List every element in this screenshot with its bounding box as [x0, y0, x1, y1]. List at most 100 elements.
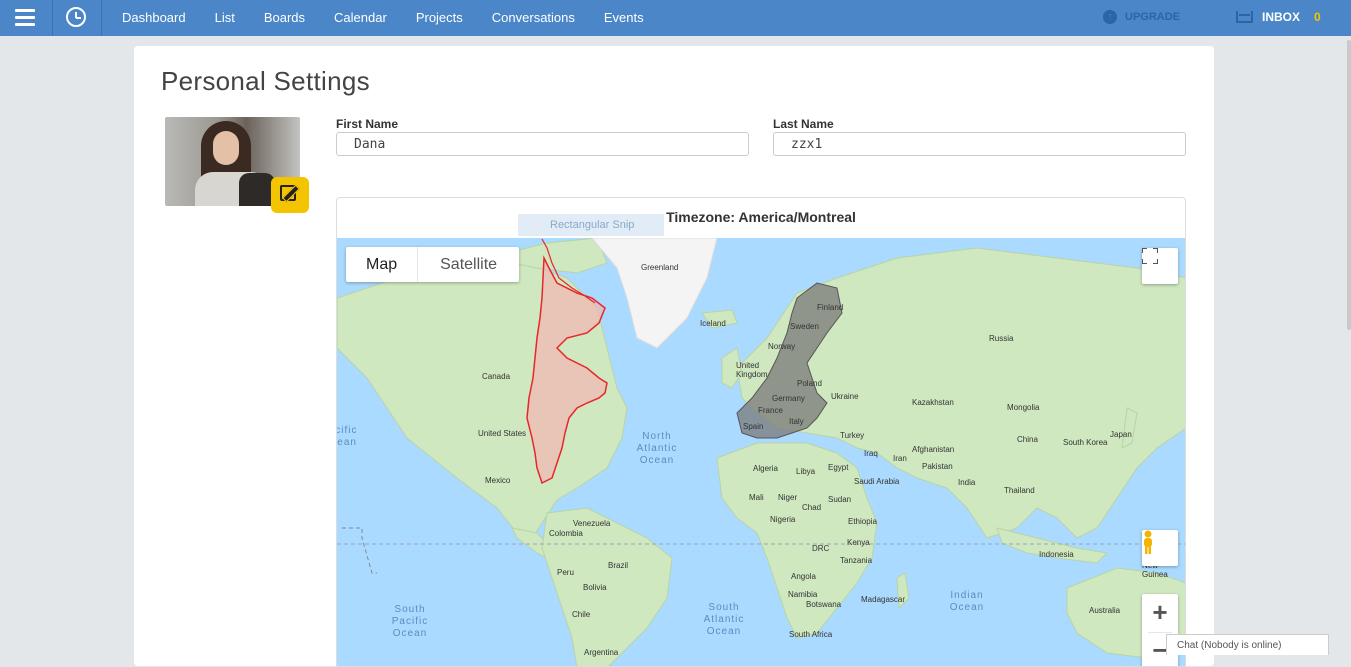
map-label: Egypt — [828, 463, 849, 472]
top-navbar: Dashboard List Boards Calendar Projects … — [0, 0, 1351, 36]
map-type-satellite-button[interactable]: Satellite — [418, 247, 519, 282]
map-label: Chad — [802, 503, 822, 512]
map-label: Poland — [797, 379, 822, 388]
map-label: Australia — [1089, 606, 1121, 615]
zoom-control: + − — [1142, 594, 1178, 666]
edit-avatar-button[interactable] — [271, 177, 309, 213]
inbox-button[interactable]: INBOX 0 — [1236, 10, 1321, 24]
nav-list[interactable]: List — [215, 0, 235, 36]
page-title: Personal Settings — [161, 66, 370, 96]
map-label: Afghanistan — [912, 445, 955, 454]
map-label: Kenya — [847, 538, 870, 547]
map-label: Venezuela — [573, 519, 611, 528]
map-label: Canada — [482, 372, 511, 381]
map-label: Brazil — [608, 561, 629, 570]
map-label: Russia — [989, 334, 1014, 343]
map-label: China — [1017, 435, 1038, 444]
ocean-label: North Atlantic Ocean — [636, 431, 678, 466]
nav-dashboard[interactable]: Dashboard — [122, 0, 186, 36]
world-map-graphic — [337, 238, 1185, 666]
fullscreen-button[interactable] — [1142, 248, 1178, 284]
map-label: Norway — [768, 342, 796, 351]
map-label: Ukraine — [831, 392, 859, 401]
map-label: Niger — [778, 493, 798, 502]
chat-widget[interactable]: Chat (Nobody is online) — [1166, 634, 1329, 655]
map-label: Iran — [893, 454, 907, 463]
map-label: Angola — [791, 572, 816, 581]
map-label: Italy — [789, 417, 804, 426]
map-label: Bolivia — [583, 583, 607, 592]
map-label: Mexico — [485, 476, 511, 485]
map-label: Nigeria — [770, 515, 796, 524]
map-label: Algeria — [753, 464, 778, 473]
map-label: Madagascar — [861, 595, 906, 604]
ocean-label: Pacific Ocean — [337, 425, 358, 448]
hamburger-menu-icon[interactable] — [15, 9, 35, 27]
map-label: Argentina — [584, 648, 619, 657]
street-view-button[interactable] — [1142, 530, 1178, 566]
nav-events[interactable]: Events — [604, 0, 644, 36]
map-label: Sudan — [828, 495, 852, 504]
map-label: Indonesia — [1039, 550, 1074, 559]
nav-conversations[interactable]: Conversations — [492, 0, 575, 36]
map-label: South Africa — [789, 630, 833, 639]
map-label: Iceland — [700, 319, 726, 328]
arrow-up-icon: ↑ — [1103, 10, 1117, 24]
nav-projects[interactable]: Projects — [416, 0, 463, 36]
map-label: Greenland — [641, 263, 679, 272]
nav-calendar[interactable]: Calendar — [334, 0, 387, 36]
map-label: United States — [478, 429, 527, 438]
map-label: Iraq — [864, 449, 878, 458]
timezone-label: Timezone: America/Montreal — [666, 209, 856, 225]
pegman-icon — [1144, 530, 1152, 554]
map-label: Namibia — [788, 590, 818, 599]
avatar-jacket — [239, 173, 275, 206]
first-name-field[interactable] — [336, 132, 749, 156]
inbox-icon — [1236, 11, 1253, 23]
map-label: Kazakhstan — [912, 398, 954, 407]
divider — [101, 0, 102, 36]
page-scrollbar[interactable] — [1347, 40, 1351, 330]
divider — [52, 0, 53, 36]
map-label: Mali — [749, 493, 764, 502]
map-label: Peru — [557, 568, 574, 577]
ocean-label: South Pacific Ocean — [391, 604, 429, 639]
map-label: United Kingdom — [736, 361, 768, 379]
snip-overlay: Rectangular Snip — [518, 214, 664, 236]
map-label: Libya — [796, 467, 816, 476]
timezone-panel: Timezone: America/Montreal Rectangular S… — [336, 197, 1186, 667]
map-type-map-button[interactable]: Map — [346, 247, 419, 282]
inbox-label: INBOX — [1262, 10, 1301, 24]
timezone-map[interactable]: Greenland Iceland Finland Sweden Norway … — [337, 238, 1185, 666]
map-label: India — [958, 478, 976, 487]
main-nav: Dashboard List Boards Calendar Projects … — [122, 0, 673, 36]
upgrade-button[interactable]: ↑ UPGRADE — [1103, 10, 1180, 24]
avatar-face — [213, 131, 239, 165]
map-label: Botswana — [806, 600, 842, 609]
map-label: Japan — [1110, 430, 1132, 439]
map-label: Mongolia — [1007, 403, 1040, 412]
map-label: Saudi Arabia — [854, 477, 900, 486]
map-label: Colombia — [549, 529, 583, 538]
first-name-label: First Name — [336, 117, 399, 131]
map-label: DRC — [812, 544, 830, 553]
fullscreen-icon — [1142, 248, 1158, 264]
map-label: Germany — [772, 394, 805, 403]
map-label: Chile — [572, 610, 591, 619]
inbox-count: 0 — [1314, 10, 1321, 24]
clock-icon[interactable] — [66, 7, 86, 27]
nav-boards[interactable]: Boards — [264, 0, 305, 36]
zoom-in-button[interactable]: + — [1142, 594, 1178, 630]
map-label: South Korea — [1063, 438, 1108, 447]
map-label: Ethiopia — [848, 517, 877, 526]
ocean-label: South Atlantic Ocean — [703, 602, 745, 637]
map-label: Finland — [817, 303, 844, 312]
map-label: Thailand — [1004, 486, 1035, 495]
map-label: Pakistan — [922, 462, 953, 471]
upgrade-label: UPGRADE — [1125, 11, 1181, 23]
map-label: Sweden — [790, 322, 819, 331]
map-label: France — [758, 406, 783, 415]
last-name-field[interactable] — [773, 132, 1186, 156]
map-label: Tanzania — [840, 556, 873, 565]
map-type-toggle: Map Satellite — [346, 247, 520, 282]
